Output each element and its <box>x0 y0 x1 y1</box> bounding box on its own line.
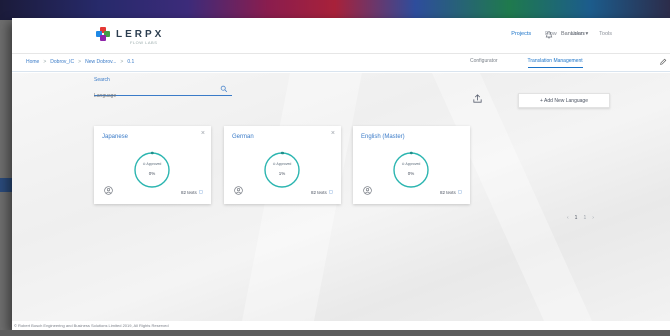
person-icon[interactable] <box>363 186 372 195</box>
tab-bar: Configurator Translation Management <box>470 58 583 68</box>
breadcrumb: Home > Dobrov_IC > New Dobrov... > 0.1 <box>26 59 134 65</box>
status-text: Approved <box>146 162 162 166</box>
app-window: LERPX FLOW LABS Projects Flow Users Tool… <box>12 18 670 330</box>
add-language-button[interactable]: + Add New Language <box>518 93 610 108</box>
person-icon[interactable] <box>234 186 243 195</box>
status-text: Approved <box>405 162 421 166</box>
language-title: German <box>232 134 254 140</box>
breadcrumb-project[interactable]: Dobrov_IC <box>50 59 74 65</box>
texts-count: 82 texts ▢ <box>311 189 333 195</box>
chat-icon: ▢ <box>457 189 462 194</box>
chat-icon: ▢ <box>198 189 203 194</box>
bell-icon[interactable] <box>545 31 553 39</box>
breadcrumb-separator: > <box>120 59 124 65</box>
nav-projects[interactable]: Projects <box>511 31 531 37</box>
breadcrumb-item[interactable]: New Dobrov... <box>85 59 116 65</box>
progress-percent: 1% <box>278 171 286 176</box>
progress-ring <box>133 151 171 189</box>
language-card-japanese[interactable]: Japanese × ⊙ Approved 0% 82 texts ▢ <box>94 126 211 204</box>
search-icon[interactable] <box>220 85 228 93</box>
edit-icon[interactable] <box>659 58 667 66</box>
chat-icon: ▢ <box>328 189 333 194</box>
breadcrumb-separator: > <box>43 59 47 65</box>
close-icon[interactable]: × <box>201 130 205 137</box>
texts-count: 82 texts ▢ <box>440 189 462 195</box>
progress-percent: 0% <box>148 171 156 176</box>
tab-translation-management[interactable]: Translation Management <box>527 58 583 68</box>
logo-mark-icon <box>96 27 111 42</box>
search-field[interactable] <box>94 84 232 101</box>
texts-count-label: 82 texts <box>180 189 197 195</box>
search-input[interactable] <box>94 91 214 101</box>
status-label: ⊙ Approved <box>391 162 431 166</box>
language-title: Japanese <box>102 134 129 140</box>
pagination-current[interactable]: 1 <box>575 215 578 221</box>
footer-copyright: © Robert Bosch Engineering and Business … <box>12 321 670 330</box>
person-icon[interactable] <box>104 186 113 195</box>
app-header: LERPX FLOW LABS Projects Flow Users Tool… <box>12 18 670 54</box>
desktop-background <box>0 0 670 20</box>
main-content: Search + Add New Language Japanese × ⊙ A… <box>12 73 670 321</box>
language-card-german[interactable]: German × ⊙ Approved 1% 82 texts ▢ <box>224 126 341 204</box>
search-label: Search <box>94 77 110 83</box>
logo-subtitle: FLOW LABS <box>130 40 158 45</box>
user-name: Bansalan <box>561 31 584 37</box>
progress-ring <box>392 151 430 189</box>
breadcrumb-home[interactable]: Home <box>26 59 39 65</box>
pagination: ‹ 1 1 › <box>567 215 594 221</box>
breadcrumb-separator: > <box>78 59 82 65</box>
pagination-total: 1 <box>583 215 587 221</box>
logo-text: LERPX <box>116 29 165 40</box>
texts-count-label: 82 texts <box>439 189 456 195</box>
nav-tools[interactable]: Tools <box>599 31 612 37</box>
upload-icon[interactable] <box>472 93 483 104</box>
status-label: ⊙ Approved <box>132 162 172 166</box>
pagination-prev[interactable]: ‹ <box>567 215 569 221</box>
texts-count-label: 82 texts <box>310 189 327 195</box>
user-menu[interactable]: Bansalan ▾ <box>561 31 588 37</box>
close-icon[interactable]: × <box>331 130 335 137</box>
progress-ring <box>263 151 301 189</box>
language-title: English (Master) <box>361 134 405 140</box>
status-label: ⊙ Approved <box>262 162 302 166</box>
language-card-english-master[interactable]: English (Master) ⊙ Approved 0% 82 texts ▢ <box>353 126 470 204</box>
breadcrumb-version: 0.1 <box>127 59 135 65</box>
desktop-bottom <box>0 330 670 336</box>
chevron-down-icon: ▾ <box>585 31 589 37</box>
sub-header: Home > Dobrov_IC > New Dobrov... > 0.1 C… <box>12 54 670 72</box>
status-text: Approved <box>276 162 292 166</box>
texts-count: 82 texts ▢ <box>181 189 203 195</box>
pagination-next[interactable]: › <box>592 215 594 221</box>
progress-percent: 0% <box>407 171 415 176</box>
tab-configurator[interactable]: Configurator <box>470 58 498 68</box>
